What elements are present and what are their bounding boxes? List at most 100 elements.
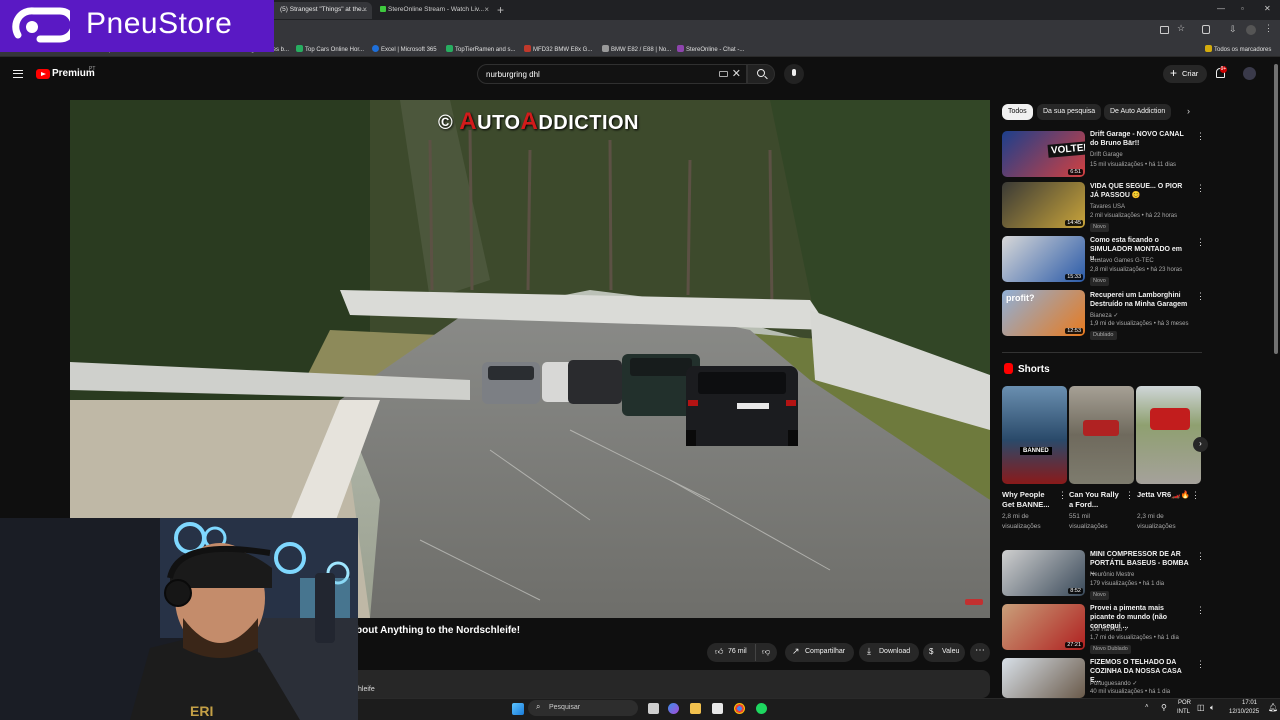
thumbs-down-icon[interactable]: 👎︎: [762, 647, 770, 657]
install-icon[interactable]: [1160, 26, 1169, 34]
chevron-right-icon[interactable]: ›: [1187, 106, 1190, 116]
more-actions-button[interactable]: ⋯: [970, 643, 990, 662]
short-thumbnail[interactable]: [1136, 386, 1201, 484]
bookmark-item[interactable]: TopTierRamen and s...: [446, 45, 515, 53]
file-explorer-icon[interactable]: [690, 703, 701, 714]
rec-title[interactable]: Drift Garage - NOVO CANAL do Bruno Bär!!: [1090, 130, 1190, 148]
all-bookmarks[interactable]: Todos os marcadores: [1205, 45, 1271, 53]
rec-thumbnail[interactable]: profit? 12:53: [1002, 290, 1085, 336]
search-button[interactable]: [747, 64, 775, 84]
thumbs-up-icon[interactable]: 👍︎: [715, 647, 723, 657]
menu-kebab-icon[interactable]: ⋮: [1264, 23, 1273, 34]
more-vert-icon[interactable]: [1196, 291, 1205, 302]
bookmark-item[interactable]: BMW E82 / E88 | No...: [602, 45, 671, 53]
bookmark-item[interactable]: MFD32 BMW E8x G...: [524, 45, 592, 53]
rec-title[interactable]: VIDA QUE SEGUE... O PIOR JÁ PASSOU 😊: [1090, 182, 1190, 200]
taskbar-search[interactable]: ⌕ Pesquisar: [528, 700, 638, 716]
language-indicator[interactable]: POR: [1178, 700, 1191, 706]
rec-channel[interactable]: Portuguesando ✓: [1090, 680, 1137, 687]
more-vert-icon[interactable]: [1196, 605, 1205, 616]
keyboard-layout[interactable]: INTL: [1177, 709, 1190, 715]
chip-from-channel[interactable]: De Auto Addiction: [1104, 104, 1172, 120]
region-code: PT: [89, 66, 96, 72]
close-tab-icon[interactable]: ×: [484, 5, 489, 14]
more-vert-icon[interactable]: [1196, 131, 1205, 142]
rec-thumbnail[interactable]: 15:33: [1002, 236, 1085, 282]
chip-from-search[interactable]: Da sua pesquisa: [1037, 104, 1102, 120]
volume-icon[interactable]: 🔈︎: [1210, 703, 1215, 713]
tab-strangest-things[interactable]: (5) Strangest "Things" at the... ×: [268, 2, 372, 19]
thanks-button[interactable]: $ Valeu: [923, 643, 965, 662]
clear-search-icon[interactable]: ✕: [732, 67, 741, 80]
short-title[interactable]: Why People Get BANNE...: [1002, 490, 1057, 510]
profile-icon[interactable]: [1246, 25, 1256, 35]
copilot-icon[interactable]: [668, 703, 679, 714]
chrome-icon[interactable]: [734, 703, 745, 714]
task-view-icon[interactable]: [648, 703, 659, 714]
more-vert-icon[interactable]: [1196, 551, 1205, 562]
rec-channel[interactable]: Tavares USA: [1090, 204, 1125, 210]
downloads-icon[interactable]: ⇩: [1229, 24, 1237, 35]
rec-channel[interactable]: Drift Garage: [1090, 152, 1123, 158]
minimize-icon[interactable]: —: [1217, 4, 1225, 13]
more-vert-icon[interactable]: [1196, 659, 1205, 670]
avatar[interactable]: [1243, 67, 1256, 80]
more-vert-icon[interactable]: [1196, 183, 1205, 194]
keyboard-icon[interactable]: [719, 71, 728, 77]
chip-all[interactable]: Todos: [1002, 104, 1033, 120]
short-thumbnail[interactable]: BANNED: [1002, 386, 1067, 484]
rec-channel[interactable]: Bianeza ✓: [1090, 312, 1118, 319]
download-button[interactable]: ⤓ Download: [859, 643, 919, 662]
rec-thumbnail[interactable]: 8:52: [1002, 550, 1085, 596]
notifications-icon[interactable]: 🔔︎: [1268, 703, 1278, 712]
more-vert-icon[interactable]: [1196, 237, 1205, 248]
spotify-icon[interactable]: [756, 703, 767, 714]
bookmark-item[interactable]: Excel | Microsoft 365: [372, 45, 437, 53]
wifi-icon[interactable]: ⚲: [1161, 703, 1167, 712]
short-title[interactable]: Jetta VR6🏎️🔥: [1137, 490, 1192, 500]
store-icon[interactable]: [712, 703, 723, 714]
page-scrollbar[interactable]: [1274, 64, 1278, 354]
more-vert-icon[interactable]: [1125, 490, 1134, 501]
clock-date[interactable]: 12/10/2025: [1229, 709, 1259, 715]
thumb-text: profit?: [1006, 293, 1035, 303]
start-icon[interactable]: [512, 703, 524, 715]
hamburger-menu-icon[interactable]: [13, 70, 23, 78]
chevron-right-icon[interactable]: ›: [1193, 437, 1208, 452]
tab-stereonline[interactable]: StereOnline Stream - Watch Liv... ×: [376, 2, 494, 19]
description-box[interactable]: [350, 670, 990, 698]
bookmark-item[interactable]: Top Cars Online Hor...: [296, 45, 364, 53]
more-vert-icon[interactable]: [1058, 490, 1067, 501]
bookmark-item[interactable]: StereOnline - Chat -...: [677, 45, 744, 53]
short-thumbnail[interactable]: [1069, 386, 1134, 484]
maximize-icon[interactable]: ▫: [1241, 4, 1244, 13]
rec-channel[interactable]: Joe HaTTab ✓: [1090, 626, 1129, 633]
description-text: hleife: [358, 686, 375, 693]
rec-channel[interactable]: Neurônio Mestre: [1090, 572, 1134, 578]
clock-time[interactable]: 17:01: [1242, 700, 1257, 706]
short-title[interactable]: Can You Rally a Ford...: [1069, 490, 1124, 510]
close-tab-icon[interactable]: ×: [362, 5, 367, 14]
like-count[interactable]: 76 mil: [728, 648, 747, 655]
rec-thumbnail[interactable]: 27:21: [1002, 604, 1085, 650]
network-icon[interactable]: ◫: [1197, 703, 1205, 712]
new-tab-icon[interactable]: +: [497, 3, 504, 17]
extensions-icon[interactable]: [1202, 25, 1210, 34]
youtube-logo-icon[interactable]: [36, 69, 50, 79]
rec-thumbnail[interactable]: [1002, 658, 1085, 698]
rec-thumbnail[interactable]: VOLTEI 6:51: [1002, 131, 1085, 177]
rec-title[interactable]: Recuperei um Lamborghini Destruído na Mi…: [1090, 291, 1190, 309]
close-window-icon[interactable]: ✕: [1264, 4, 1271, 13]
rec-meta: 2,8 mil visualizações • há 23 horas: [1090, 267, 1183, 273]
video-title: bout Anything to the Nordschleife!: [356, 625, 521, 636]
like-dislike-group: 👍︎ 76 mil 👎︎: [707, 643, 777, 662]
more-vert-icon[interactable]: [1191, 490, 1200, 501]
search-input[interactable]: nurburgring dhl ✕: [477, 64, 747, 84]
rec-thumbnail[interactable]: 14:45: [1002, 182, 1085, 228]
voice-search-button[interactable]: [784, 64, 804, 84]
star-icon[interactable]: ☆: [1177, 23, 1185, 34]
chevron-up-icon[interactable]: ˄: [1145, 704, 1149, 710]
create-button[interactable]: Criar: [1163, 65, 1207, 83]
rec-channel[interactable]: Gustavo Games G-TEC: [1090, 258, 1154, 264]
share-button[interactable]: ↗ Compartilhar: [785, 643, 854, 662]
